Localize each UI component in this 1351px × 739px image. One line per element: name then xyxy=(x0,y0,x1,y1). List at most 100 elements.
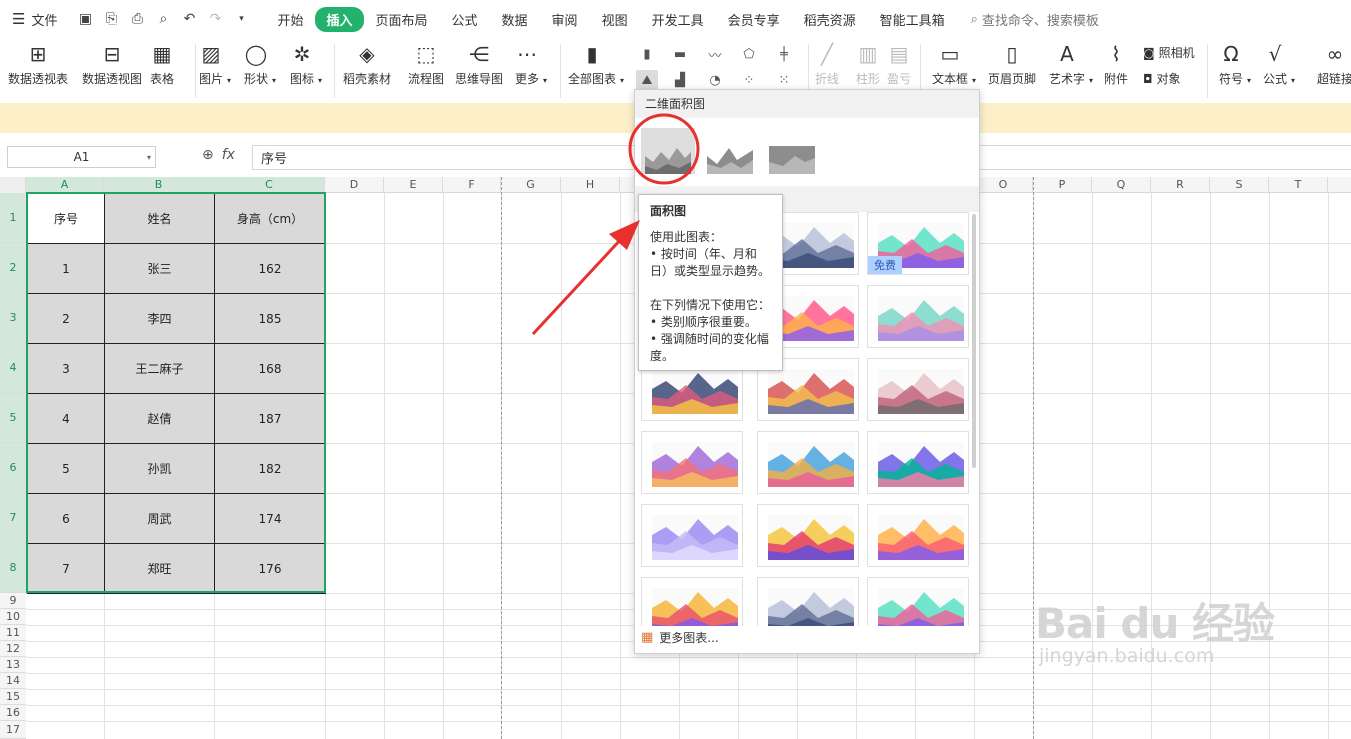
mindmap-button[interactable]: ⋲ 思维导图 xyxy=(455,42,503,87)
chart-template-thumb[interactable] xyxy=(867,358,969,421)
pie-chart-icon[interactable]: ◔ xyxy=(704,70,726,90)
tab-2[interactable]: 页面布局 xyxy=(364,7,440,32)
name-box-dropdown-icon[interactable]: ▾ xyxy=(147,153,151,162)
stacked-area-chart-option[interactable] xyxy=(703,128,757,174)
wordart-button[interactable]: A 艺术字 ▾ xyxy=(1049,42,1093,87)
column-header[interactable]: P xyxy=(1033,177,1092,193)
stock-chart-icon[interactable]: ╪ xyxy=(773,44,795,64)
chart-template-thumb[interactable] xyxy=(757,504,859,567)
row-header[interactable]: 5 xyxy=(0,393,26,443)
name-box[interactable]: A1 ▾ xyxy=(7,146,156,168)
chart-template-thumb[interactable] xyxy=(757,577,859,626)
chart-template-thumb[interactable] xyxy=(757,431,859,494)
attachment-button[interactable]: ⌇ 附件 xyxy=(1104,42,1128,87)
shape-button[interactable]: ◯ 形状 ▾ xyxy=(244,42,276,87)
more-charts-link[interactable]: ▦ 更多图表... xyxy=(641,629,719,646)
camera-button[interactable]: ◙ 照相机 xyxy=(1143,44,1195,61)
column-header[interactable]: T xyxy=(1269,177,1328,193)
tab-7[interactable]: 开发工具 xyxy=(640,7,716,32)
row-header[interactable]: 15 xyxy=(0,689,26,705)
chart-template-thumb[interactable]: 免费 xyxy=(867,212,969,275)
chart-template-thumb[interactable] xyxy=(867,504,969,567)
column-header[interactable]: G xyxy=(501,177,561,193)
docer-material-button[interactable]: ◈ 稻壳素材 xyxy=(343,42,391,87)
tab-1[interactable]: 插入 xyxy=(315,6,364,32)
area-chart-option[interactable] xyxy=(641,128,695,174)
hyperlink-button[interactable]: ∞ 超链接 xyxy=(1317,42,1351,87)
column-header[interactable]: E xyxy=(384,177,443,193)
row-header[interactable]: 13 xyxy=(0,657,26,673)
row-header[interactable]: 14 xyxy=(0,673,26,689)
header-footer-button[interactable]: ▯ 页眉页脚 xyxy=(988,42,1036,87)
symbol-button[interactable]: Ω 符号 ▾ xyxy=(1219,42,1251,87)
picture-button[interactable]: ▨ 图片 ▾ xyxy=(199,42,231,87)
area-chart-icon[interactable]: ⛰ xyxy=(636,70,658,90)
tab-10[interactable]: 智能工具箱 xyxy=(868,7,957,32)
pivot-chart-button[interactable]: ⊟ 数据透视图 xyxy=(82,42,142,87)
undo-icon[interactable]: ↶ xyxy=(181,11,197,27)
percent-stacked-area-chart-option[interactable] xyxy=(765,128,819,174)
pivot-table-button[interactable]: ⊞ 数据透视表 xyxy=(8,42,68,87)
table-button[interactable]: ▦ 表格 xyxy=(150,42,174,87)
template-scrollbar[interactable] xyxy=(972,214,976,468)
flowchart-button[interactable]: ⬚ 流程图 xyxy=(408,42,444,87)
quick-access-dropdown-icon[interactable]: ▾ xyxy=(233,11,249,27)
tab-3[interactable]: 公式 xyxy=(440,7,490,32)
tab-0[interactable]: 开始 xyxy=(265,7,315,32)
bar-chart-icon[interactable]: ▬ xyxy=(669,44,691,64)
scatter-chart-icon[interactable]: ⁘ xyxy=(738,70,760,90)
fx-icon[interactable]: fx xyxy=(222,147,235,163)
column-header[interactable]: R xyxy=(1151,177,1210,193)
chart-template-thumb[interactable] xyxy=(867,431,969,494)
row-header[interactable]: 6 xyxy=(0,443,26,493)
radar-chart-icon[interactable]: ⬠ xyxy=(738,44,760,64)
tab-5[interactable]: 审阅 xyxy=(540,7,590,32)
file-menu[interactable]: ☰ 文件 xyxy=(12,10,57,29)
equation-button[interactable]: √ 公式 ▾ xyxy=(1263,42,1295,87)
tab-9[interactable]: 稻壳资源 xyxy=(792,7,868,32)
row-header[interactable]: 4 xyxy=(0,343,26,393)
chart-template-thumb[interactable] xyxy=(641,504,743,567)
sparkline-winloss-button[interactable]: ▤ 盈亏 xyxy=(887,42,911,87)
command-search[interactable]: ⌕ 查找命令、搜索模板 xyxy=(971,10,1099,29)
more-button[interactable]: ⋯ 更多 ▾ xyxy=(515,42,547,87)
column-header[interactable]: A xyxy=(26,177,104,193)
redo-icon[interactable]: ↷ xyxy=(207,11,223,27)
chart-template-thumb[interactable] xyxy=(641,577,743,626)
sparkline-column-button[interactable]: ▥ 柱形 xyxy=(856,42,880,87)
column-header[interactable]: F xyxy=(443,177,501,193)
row-header[interactable]: 3 xyxy=(0,293,26,343)
row-header[interactable]: 11 xyxy=(0,625,26,641)
column-header[interactable]: C xyxy=(214,177,325,193)
column-header[interactable]: Q xyxy=(1092,177,1151,193)
row-header[interactable]: 8 xyxy=(0,543,26,593)
icons-button[interactable]: ✲ 图标 ▾ xyxy=(290,42,322,87)
combo-chart-icon[interactable]: ▟ xyxy=(669,70,691,90)
save-icon[interactable]: ▣ xyxy=(77,11,93,27)
print-icon[interactable]: ⎙ xyxy=(129,11,145,27)
column-header[interactable]: O xyxy=(974,177,1033,193)
tab-8[interactable]: 会员专享 xyxy=(716,7,792,32)
chart-template-thumb[interactable] xyxy=(641,431,743,494)
row-header[interactable]: 16 xyxy=(0,705,26,721)
row-header[interactable]: 1 xyxy=(0,193,26,243)
row-header[interactable]: 10 xyxy=(0,609,26,625)
row-header[interactable]: 2 xyxy=(0,243,26,293)
column-header[interactable]: B xyxy=(104,177,214,193)
sparkline-line-button[interactable]: ╱ 折线 xyxy=(815,42,839,87)
tab-4[interactable]: 数据 xyxy=(490,7,540,32)
export-pdf-icon[interactable]: ⎘ xyxy=(103,11,119,27)
line-chart-icon[interactable]: 〰 xyxy=(704,44,726,64)
row-header[interactable]: 9 xyxy=(0,593,26,609)
zoom-search-icon[interactable]: ⊕ xyxy=(202,147,214,163)
column-header[interactable]: H xyxy=(561,177,620,193)
column-header[interactable]: D xyxy=(325,177,384,193)
row-header[interactable]: 12 xyxy=(0,641,26,657)
chart-template-thumb[interactable] xyxy=(867,577,969,626)
bubble-chart-icon[interactable]: ⁙ xyxy=(773,70,795,90)
row-header[interactable]: 7 xyxy=(0,493,26,543)
chart-template-thumb[interactable] xyxy=(867,285,969,348)
tab-6[interactable]: 视图 xyxy=(590,7,640,32)
print-preview-icon[interactable]: ⌕ xyxy=(155,11,171,27)
row-header[interactable]: 17 xyxy=(0,721,26,739)
